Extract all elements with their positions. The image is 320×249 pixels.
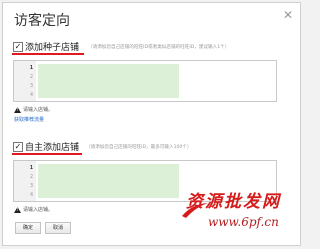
seed-shop-underline	[12, 53, 84, 55]
confirm-button[interactable]: 确定	[15, 222, 41, 234]
line-number: 2	[29, 74, 33, 80]
line-number: 4	[29, 92, 33, 98]
custom-shop-title: 自主添加店铺	[25, 143, 80, 153]
line-number: 1	[29, 65, 33, 71]
line-number: 3	[29, 183, 33, 189]
seed-shop-editor[interactable]: 1 2 3 4	[13, 60, 277, 102]
seed-shop-warning: ! 请输入店铺。	[14, 106, 53, 113]
line-number: 1	[29, 165, 33, 171]
line-number-gutter: 1 2 3 4	[14, 161, 36, 201]
dialog-title: 访客定向	[14, 13, 70, 29]
seed-shop-text-area[interactable]	[38, 64, 179, 98]
custom-shop-underline	[12, 153, 82, 155]
cancel-button[interactable]: 取消	[45, 222, 71, 234]
get-recommended-traffic-link[interactable]: 获取推荐流量	[14, 116, 44, 123]
custom-shop-warning: ! 请输入店铺。	[14, 206, 53, 213]
seed-shop-checkbox[interactable]: ✓	[13, 42, 23, 52]
seed-shop-hint: （请添加您自己店铺的旺旺ID或者类似店铺的旺旺ID，建议输入1个）	[88, 45, 230, 50]
warning-icon: !	[14, 107, 21, 113]
seed-shop-warning-text: 请输入店铺。	[23, 107, 54, 113]
warning-icon: !	[14, 207, 21, 213]
custom-shop-hint: （请添加您自己店铺的旺旺ID，最多可输入100个）	[86, 145, 192, 150]
line-number-gutter: 1 2 3 4	[14, 61, 36, 101]
line-number: 4	[29, 192, 33, 198]
custom-shop-text-area[interactable]	[38, 164, 179, 198]
watermark-swoosh-icon	[182, 203, 208, 218]
custom-shop-warning-text: 请输入店铺。	[23, 207, 54, 213]
close-icon[interactable]: ✕	[282, 9, 294, 21]
watermark-url: www.6pf.cn	[208, 215, 279, 229]
line-number: 3	[29, 83, 33, 89]
line-number: 2	[29, 174, 33, 180]
seed-shop-title: 添加种子店铺	[25, 43, 80, 53]
custom-shop-checkbox[interactable]: ✓	[13, 142, 23, 152]
